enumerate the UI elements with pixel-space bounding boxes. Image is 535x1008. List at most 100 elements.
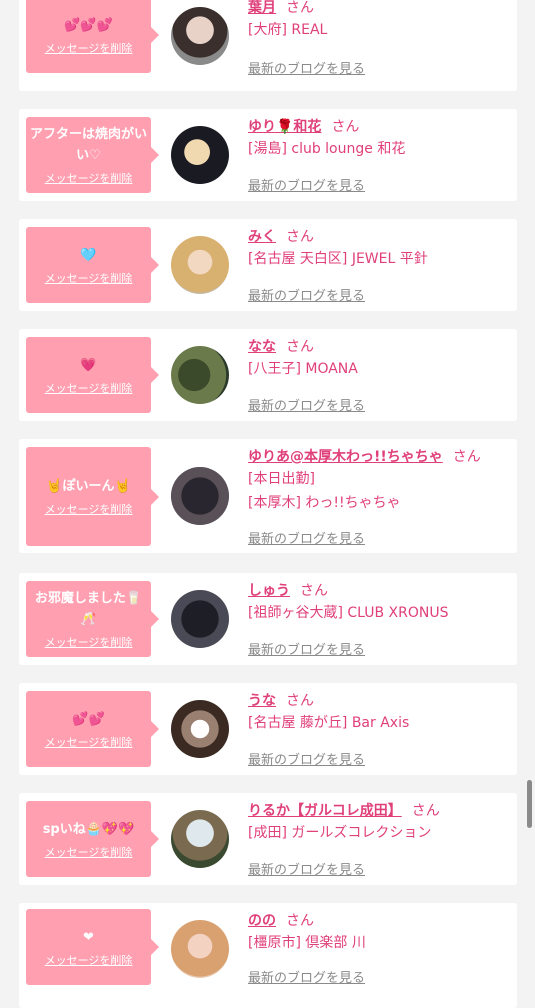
delete-message-link[interactable]: メッセージを削除 (45, 844, 133, 860)
profile-info: うな さん [名古屋 藤が丘] Bar Axis (248, 691, 511, 735)
name-line: ゆりあ@本厚木わっ!!ちゃちゃ さん (248, 447, 511, 467)
latest-blog-link[interactable]: 最新のブログを見る (248, 967, 365, 986)
name-line: みく さん (248, 227, 511, 247)
avatar[interactable] (171, 920, 229, 978)
delete-message-link[interactable]: メッセージを削除 (45, 501, 133, 517)
message-card: 💕💕 メッセージを削除 うな さん [名古屋 藤が丘] Bar Axis 最新のブログを見… (19, 683, 517, 775)
profile-name-link[interactable]: みく (248, 229, 276, 245)
shop-label: [成田] ガールズコレクション (248, 825, 432, 841)
delete-message-link[interactable]: メッセージを削除 (45, 634, 133, 650)
honorific: さん (286, 0, 314, 16)
message-bubble: ❤ メッセージを削除 (26, 909, 159, 985)
profile-name-link[interactable]: りるか【ガルコレ成田】 (248, 803, 402, 819)
name-line: しゅう さん (248, 581, 511, 601)
profile-info: のの さん [橿原市] 倶楽部 川 (248, 911, 511, 955)
message-card: 🤘ぽいーん🤘 メッセージを削除 ゆりあ@本厚木わっ!!ちゃちゃ さん [本日出勤] [本厚… (19, 439, 517, 553)
profile-name-link[interactable]: 葉月 (248, 0, 276, 16)
profile-info: なな さん [八王子] MOANA (248, 337, 511, 381)
profile-info: りるか【ガルコレ成田】 さん [成田] ガールズコレクション (248, 801, 511, 845)
delete-message-link[interactable]: メッセージを削除 (45, 952, 133, 968)
avatar[interactable] (171, 7, 229, 65)
name-line: なな さん (248, 337, 511, 357)
name-line: うな さん (248, 691, 511, 711)
message-bubble: 🩵 メッセージを削除 (26, 227, 159, 303)
message-card: 💕💕💕 メッセージを削除 葉月 さん [大府] REAL 最新のブログを見る (19, 0, 517, 91)
message-card: お邪魔しました🥛🥂 メッセージを削除 しゅう さん [祖師ヶ谷大蔵] CLUB XRON… (19, 573, 517, 665)
shop-label: [本日出勤] (248, 471, 315, 487)
message-bubble: 💕💕💕 メッセージを削除 (26, 0, 159, 73)
profile-info: みく さん [名古屋 天白区] JEWEL 平針 (248, 227, 511, 271)
avatar[interactable] (171, 126, 229, 184)
message-bubble: 🤘ぽいーん🤘 メッセージを削除 (26, 447, 159, 546)
latest-blog-link[interactable]: 最新のブログを見る (248, 528, 365, 547)
profile-info: しゅう さん [祖師ヶ谷大蔵] CLUB XRONUS (248, 581, 511, 625)
avatar[interactable] (171, 810, 229, 868)
delete-message-link[interactable]: メッセージを削除 (45, 734, 133, 750)
message-bubble: spいね🧁💖💖 メッセージを削除 (26, 801, 159, 877)
profile-info: 葉月 さん [大府] REAL (248, 0, 511, 42)
shop-label: [湯島] club lounge 和花 (248, 141, 406, 157)
shop-label: [祖師ヶ谷大蔵] CLUB XRONUS (248, 605, 449, 621)
shop-label: [本厚木] わっ!!ちゃちゃ (248, 495, 401, 511)
message-card: spいね🧁💖💖 メッセージを削除 りるか【ガルコレ成田】 さん [成田] ガールズコレク… (19, 793, 517, 885)
message-text: お邪魔しました🥛🥂 (34, 591, 143, 627)
message-card: 💗 メッセージを削除 なな さん [八王子] MOANA 最新のブログを見る (19, 329, 517, 421)
latest-blog-link[interactable]: 最新のブログを見る (248, 395, 365, 414)
shop-label: [名古屋 天白区] JEWEL 平針 (248, 251, 428, 267)
avatar[interactable] (171, 467, 229, 525)
message-text: ❤ (83, 929, 94, 945)
profile-info: ゆりあ@本厚木わっ!!ちゃちゃ さん [本日出勤] [本厚木] わっ!!ちゃちゃ (248, 447, 511, 515)
shop-label: [八王子] MOANA (248, 361, 358, 377)
honorific: さん (452, 449, 481, 465)
message-text: 💗 (80, 357, 97, 373)
scrollbar[interactable] (527, 780, 532, 828)
avatar[interactable] (171, 346, 229, 404)
delete-message-link[interactable]: メッセージを削除 (45, 270, 133, 286)
latest-blog-link[interactable]: 最新のブログを見る (248, 639, 365, 658)
honorific: さん (286, 913, 314, 929)
message-bubble: お邪魔しました🥛🥂 メッセージを削除 (26, 581, 159, 657)
profile-name-link[interactable]: なな (248, 339, 276, 355)
message-card: ❤ メッセージを削除 のの さん [橿原市] 倶楽部 川最新のブログを見る (19, 903, 517, 1008)
avatar[interactable] (171, 590, 229, 648)
name-line: 葉月 さん (248, 0, 511, 18)
delete-message-link[interactable]: メッセージを削除 (45, 380, 133, 396)
message-text: 💕💕💕 (64, 17, 113, 33)
message-bubble: 💗 メッセージを削除 (26, 337, 159, 413)
message-text: 🤘ぽいーん🤘 (46, 479, 131, 494)
honorific: さん (286, 693, 314, 709)
latest-blog-link[interactable]: 最新のブログを見る (248, 175, 365, 194)
honorific: さん (286, 229, 314, 245)
profile-name-link[interactable]: ゆりあ@本厚木わっ!!ちゃちゃ (248, 449, 443, 465)
latest-blog-link[interactable]: 最新のブログを見る (248, 859, 365, 878)
latest-blog-link[interactable]: 最新のブログを見る (248, 285, 365, 304)
profile-info: ゆり🌹和花 さん [湯島] club lounge 和花 (248, 117, 511, 161)
profile-name-link[interactable]: しゅう (248, 583, 290, 599)
message-text: spいね🧁💖💖 (42, 821, 135, 837)
message-text: 🩵 (80, 247, 97, 263)
profile-name-link[interactable]: ゆり🌹和花 (248, 119, 321, 135)
honorific: さん (300, 583, 328, 599)
name-line: ゆり🌹和花 さん (248, 117, 511, 137)
shop-label: [大府] REAL (248, 22, 328, 38)
message-text: アフターは焼肉がいい♡ (30, 127, 148, 163)
message-bubble: 💕💕 メッセージを削除 (26, 691, 159, 767)
shop-label: [名古屋 藤が丘] Bar Axis (248, 715, 410, 731)
avatar[interactable] (171, 700, 229, 758)
shop-label: [橿原市] 倶楽部 川 (248, 935, 366, 951)
latest-blog-link[interactable]: 最新のブログを見る (248, 58, 365, 77)
delete-message-link[interactable]: メッセージを削除 (45, 170, 133, 186)
message-card: アフターは焼肉がいい♡ メッセージを削除 ゆり🌹和花 さん [湯島] club loun… (19, 109, 517, 201)
name-line: のの さん (248, 911, 511, 931)
avatar[interactable] (171, 236, 229, 294)
message-card: 🩵 メッセージを削除 みく さん [名古屋 天白区] JEWEL 平針 最新のブログを見る (19, 219, 517, 311)
message-bubble: アフターは焼肉がいい♡ メッセージを削除 (26, 117, 159, 193)
delete-message-link[interactable]: メッセージを削除 (45, 40, 133, 56)
honorific: さん (286, 339, 314, 355)
profile-name-link[interactable]: のの (248, 913, 276, 929)
profile-name-link[interactable]: うな (248, 693, 276, 709)
honorific: さん (411, 803, 440, 819)
latest-blog-link[interactable]: 最新のブログを見る (248, 749, 365, 768)
honorific: さん (331, 119, 360, 135)
message-text: 💕💕 (72, 711, 105, 727)
